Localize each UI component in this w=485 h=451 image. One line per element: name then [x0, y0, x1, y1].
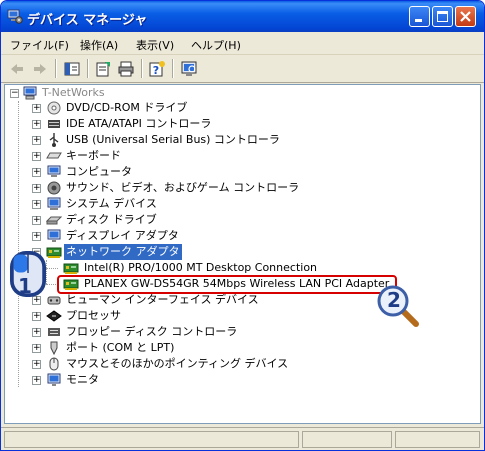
- category-display[interactable]: + ディスプレイ アダプタ: [5, 228, 475, 244]
- expand-toggle[interactable]: +: [32, 312, 41, 321]
- category-label: ポート (COM と LPT): [66, 341, 175, 354]
- print-icon[interactable]: [117, 60, 135, 78]
- category-dvd[interactable]: + DVD/CD-ROM ドライブ: [5, 100, 475, 116]
- expand-toggle[interactable]: +: [32, 184, 41, 193]
- back-arrow-icon[interactable]: [8, 60, 26, 78]
- category-label: IDE ATA/ATAPI コントローラ: [66, 117, 212, 130]
- menu-file[interactable]: ファイル(F): [10, 37, 69, 53]
- category-label: ディスク ドライブ: [66, 213, 157, 226]
- step-1-number: 1: [18, 274, 32, 298]
- root-label: T-NetWorks: [42, 86, 105, 99]
- expand-toggle[interactable]: +: [32, 168, 41, 177]
- computer-root-icon: [23, 86, 37, 100]
- device-tree[interactable]: − T-NetWorks + DVD/CD-ROM ドライブ + IDE ATA…: [4, 84, 481, 424]
- menu-bar: ファイル(F) 操作(A) 表示(V) ヘルプ(H): [1, 32, 484, 55]
- show-hide-tree-icon[interactable]: [63, 60, 81, 78]
- status-pane: [395, 431, 480, 448]
- status-bar: [1, 427, 484, 450]
- expand-toggle[interactable]: +: [32, 232, 41, 241]
- category-label: DVD/CD-ROM ドライブ: [66, 101, 188, 114]
- help-icon[interactable]: ?: [148, 60, 166, 78]
- highlight-box: [57, 275, 397, 294]
- floppy-controller-icon: [48, 328, 60, 336]
- category-network[interactable]: − ネットワーク アダプタ: [5, 244, 475, 260]
- mouse-icon: [49, 357, 59, 371]
- toolbar-separator: [141, 59, 142, 78]
- category-disk[interactable]: + ディスク ドライブ: [5, 212, 475, 228]
- expand-toggle[interactable]: +: [32, 360, 41, 369]
- category-label-selected: ネットワーク アダプタ: [64, 244, 182, 260]
- category-computer[interactable]: + コンピュータ: [5, 164, 475, 180]
- window-title: デバイス マネージャ: [27, 13, 148, 28]
- category-label: マウスとそのほかのポインティング デバイス: [66, 357, 289, 370]
- collapse-toggle[interactable]: −: [10, 89, 19, 98]
- category-mouse[interactable]: + マウスとそのほかのポインティング デバイス: [5, 356, 475, 372]
- svg-text:?: ?: [153, 64, 159, 77]
- status-pane: [302, 431, 392, 448]
- category-label: システム デバイス: [66, 197, 157, 210]
- menu-view[interactable]: 表示(V): [136, 37, 174, 53]
- forward-arrow-icon[interactable]: [31, 60, 49, 78]
- close-button[interactable]: [455, 6, 476, 27]
- category-ports[interactable]: + ポート (COM と LPT): [5, 340, 475, 356]
- step-2-number: 2: [387, 288, 401, 312]
- expand-toggle[interactable]: +: [32, 216, 41, 225]
- minimize-button[interactable]: [409, 6, 430, 27]
- category-label: モニタ: [66, 373, 99, 386]
- ide-controller-icon: [48, 120, 60, 128]
- scan-hardware-icon[interactable]: [180, 60, 198, 78]
- sound-icon: [47, 181, 61, 195]
- expand-toggle[interactable]: +: [32, 152, 41, 161]
- expand-toggle[interactable]: +: [32, 104, 41, 113]
- expand-toggle[interactable]: +: [32, 344, 41, 353]
- toolbar: ?: [1, 55, 484, 83]
- device-intel-nic[interactable]: Intel(R) PRO/1000 MT Desktop Connection: [5, 260, 475, 276]
- category-system[interactable]: + システム デバイス: [5, 196, 475, 212]
- device-manager-window: デバイス マネージャ ファイル(F) 操作(A) 表示(V) ヘルプ(H) ?: [0, 0, 485, 451]
- properties-icon[interactable]: [94, 60, 112, 78]
- device-label: Intel(R) PRO/1000 MT Desktop Connection: [84, 261, 318, 274]
- category-label: ディスプレイ アダプタ: [66, 229, 179, 242]
- usb-icon: [49, 133, 59, 147]
- keyboard-icon: [46, 152, 62, 159]
- category-label: USB (Universal Serial Bus) コントローラ: [66, 133, 280, 146]
- category-label: コンピュータ: [66, 165, 132, 178]
- category-keyboard[interactable]: + キーボード: [5, 148, 475, 164]
- expand-toggle[interactable]: +: [32, 136, 41, 145]
- expand-toggle[interactable]: +: [32, 328, 41, 337]
- monitor-icon: [47, 373, 61, 386]
- system-device-icon: [47, 197, 61, 210]
- close-icon: [460, 11, 471, 22]
- category-ide[interactable]: + IDE ATA/ATAPI コントローラ: [5, 116, 475, 132]
- category-label: ヒューマン インターフェイス デバイス: [66, 293, 259, 306]
- category-label: サウンド、ビデオ、およびゲーム コントローラ: [66, 181, 300, 194]
- tree-root[interactable]: − T-NetWorks: [5, 85, 475, 101]
- title-bar[interactable]: デバイス マネージャ: [1, 1, 484, 32]
- port-icon: [50, 341, 58, 356]
- expand-toggle[interactable]: +: [32, 120, 41, 129]
- maximize-icon: [437, 11, 448, 22]
- expand-toggle[interactable]: +: [32, 200, 41, 209]
- category-label: プロセッサ: [66, 309, 121, 322]
- toolbar-separator: [55, 59, 56, 78]
- expand-toggle[interactable]: +: [32, 376, 41, 385]
- category-label: キーボード: [66, 149, 121, 162]
- category-label: フロッピー ディスク コントローラ: [66, 325, 238, 338]
- computer-icon: [47, 165, 61, 177]
- category-usb[interactable]: + USB (Universal Serial Bus) コントローラ: [5, 132, 475, 148]
- cdrom-icon: [47, 101, 61, 115]
- category-monitor[interactable]: + モニタ: [5, 372, 475, 388]
- processor-icon: [46, 310, 62, 322]
- maximize-button[interactable]: [432, 6, 453, 27]
- menu-help[interactable]: ヘルプ(H): [191, 37, 241, 53]
- device-manager-icon: [7, 9, 23, 24]
- category-sound[interactable]: + サウンド、ビデオ、およびゲーム コントローラ: [5, 180, 475, 196]
- disk-drive-icon: [46, 216, 62, 225]
- status-pane: [4, 431, 299, 448]
- toolbar-separator: [172, 59, 173, 78]
- toolbar-separator: [87, 59, 88, 78]
- menu-action[interactable]: 操作(A): [80, 37, 118, 53]
- minimize-icon: [415, 19, 422, 22]
- network-card-icon: [63, 263, 79, 274]
